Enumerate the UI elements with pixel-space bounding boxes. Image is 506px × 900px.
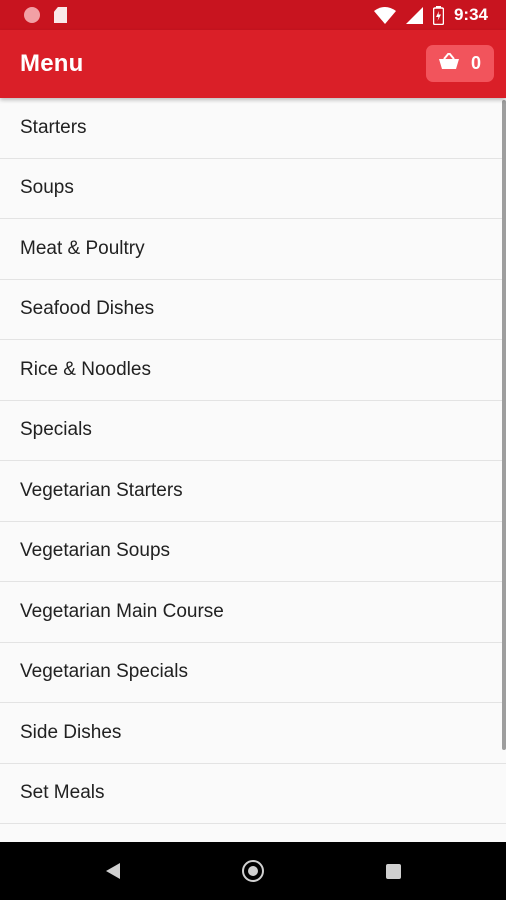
wifi-icon [373, 6, 396, 24]
list-item-specials[interactable]: Specials [0, 401, 506, 461]
list-item-rice-noodles[interactable]: Rice & Noodles [0, 340, 506, 401]
home-icon-inner [248, 866, 258, 876]
navigation-bar [0, 842, 506, 900]
list-item-label: Starters [20, 116, 87, 138]
battery-icon [432, 5, 444, 25]
list-item-label: Seafood Dishes [20, 298, 155, 320]
list-item-label: Soups [20, 177, 74, 199]
list-item-label: Vegetarian Specials [20, 661, 188, 683]
list-item-vegetarian-soups[interactable]: Vegetarian Soups [0, 522, 506, 582]
list-item-set-meals[interactable]: Set Meals [0, 764, 506, 824]
status-time: 9:34 [453, 5, 488, 24]
record-icon [24, 7, 40, 23]
list-item-label: Specials [20, 419, 92, 441]
menu-category-list: Starters Soups Meat & Poultry Seafood Di… [0, 98, 506, 842]
app-bar: Menu 0 [0, 30, 506, 98]
page-title: Menu [20, 50, 84, 77]
list-item-label: Rice & Noodles [20, 358, 151, 380]
list-item-vegetarian-main-course[interactable]: Vegetarian Main Course [0, 582, 506, 643]
cell-signal-icon [405, 6, 423, 24]
cart-count: 0 [470, 53, 481, 73]
list-item-starters[interactable]: Starters [0, 98, 506, 159]
scrollbar[interactable] [502, 100, 506, 750]
list-item-soups[interactable]: Soups [0, 159, 506, 219]
basket-icon [438, 51, 459, 74]
list-item-label: Set Meals [20, 782, 105, 804]
sd-card-icon [54, 7, 67, 23]
home-icon[interactable] [242, 860, 264, 882]
list-item-vegetarian-starters[interactable]: Vegetarian Starters [0, 461, 506, 522]
status-bar: 9:34 [0, 0, 506, 30]
list-item-side-dishes[interactable]: Side Dishes [0, 703, 506, 764]
list-item-meat-poultry[interactable]: Meat & Poultry [0, 219, 506, 280]
list-item-seafood-dishes[interactable]: Seafood Dishes [0, 280, 506, 340]
status-right: 9:34 [373, 5, 488, 25]
back-icon[interactable] [106, 863, 120, 879]
phone-screen: 9:34 Menu 0 Starters Soups Meat & Poultr… [0, 0, 506, 900]
list-item-label: Vegetarian Starters [20, 479, 183, 501]
list-item-label: Vegetarian Main Course [20, 600, 224, 622]
status-left [24, 7, 67, 23]
list-item-vegetarian-specials[interactable]: Vegetarian Specials [0, 643, 506, 703]
list-item-label: Side Dishes [20, 721, 122, 743]
list-item-label: Meat & Poultry [20, 237, 145, 259]
cart-button[interactable]: 0 [426, 45, 494, 82]
recents-icon[interactable] [386, 864, 401, 879]
list-item-label: Vegetarian Soups [20, 540, 171, 562]
